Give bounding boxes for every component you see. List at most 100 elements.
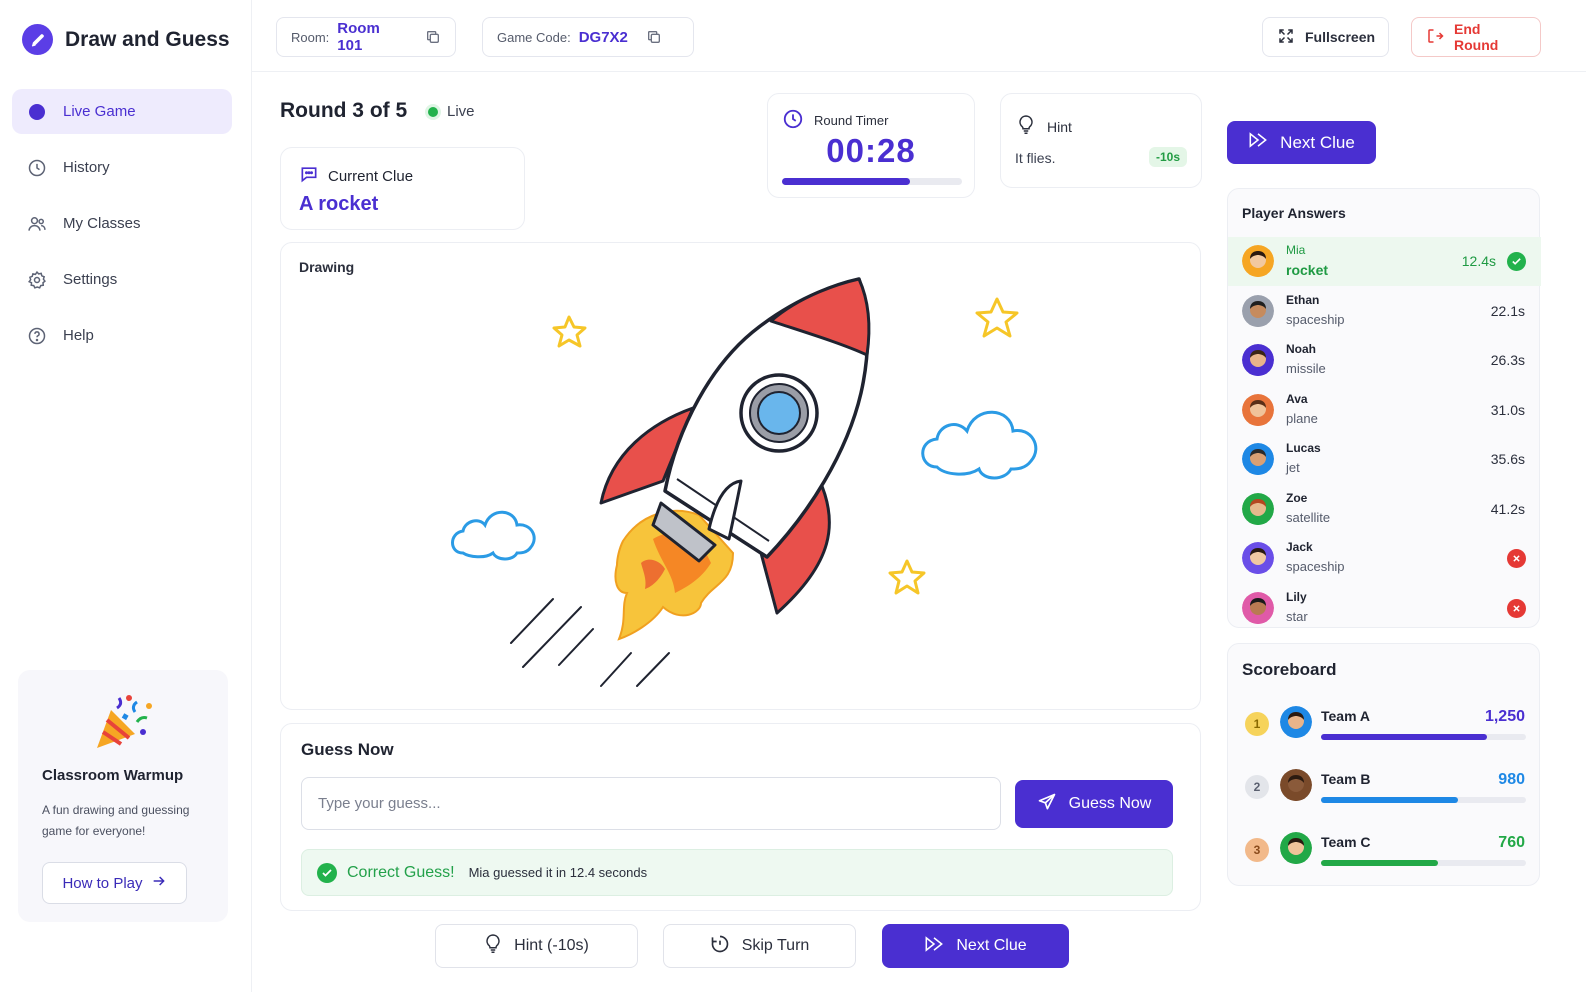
party-popper-icon (91, 692, 155, 752)
next-clue-button[interactable]: Next Clue (882, 924, 1069, 968)
end-round-button[interactable]: End Round (1411, 17, 1541, 57)
drawing-card: Drawing (280, 242, 1201, 710)
exit-icon (1426, 27, 1444, 48)
rank-medal-icon: 1 (1245, 712, 1269, 736)
lightbulb-icon (1017, 114, 1035, 139)
answer-row: Ethan spaceship 22.1s (1228, 287, 1541, 336)
player-name: Lucas (1286, 441, 1321, 455)
answer-time: 31.0s (1490, 401, 1525, 418)
player-answers-title: Player Answers (1242, 205, 1346, 221)
hint-label: Hint (1047, 118, 1072, 135)
player-guess: plane (1286, 410, 1318, 426)
fullscreen-button[interactable]: Fullscreen (1262, 17, 1389, 57)
team-name: Team C (1321, 834, 1371, 850)
check-circle-icon (317, 862, 337, 883)
rocket-window (739, 373, 819, 453)
scoreboard-title: Scoreboard (1242, 660, 1337, 679)
timer-progress-fill (782, 178, 910, 185)
team-rank: 2 (1253, 780, 1261, 794)
game-code-value: DG7X2 (578, 28, 628, 46)
current-clue-card: Current Clue A rocket (280, 147, 525, 230)
live-dot-icon (428, 106, 438, 117)
answer-row: Zoe satellite 41.2s (1228, 485, 1541, 534)
answer-row: Lucas jet 35.6s (1228, 435, 1541, 484)
sidebar-nav: Live Game History My Classes Settings He… (12, 89, 232, 369)
live-label: Live (447, 103, 475, 120)
avatar (1280, 769, 1312, 801)
scoreboard-card: Scoreboard 1 Team A 1,250 2 Team B 980 3 Team C… (1227, 643, 1540, 886)
skip-turn-button[interactable]: Skip Turn (663, 924, 856, 968)
guess-now-button[interactable]: Guess Now (1015, 780, 1173, 828)
sidebar-item-settings[interactable]: Settings (12, 257, 232, 302)
player-guess: star (1286, 608, 1308, 624)
skip-timer-icon (710, 934, 730, 959)
how-to-play-label: How to Play (62, 874, 143, 892)
answer-time: 26.3s (1490, 352, 1525, 368)
game-code-chip: Game Code: DG7X2 (482, 17, 694, 57)
app-name: Draw and Guess (65, 27, 230, 51)
answer-time: 12.4s (1461, 253, 1496, 269)
skip-turn-label: Skip Turn (741, 937, 810, 954)
sidebar-item-label: Help (63, 327, 94, 344)
answer-row: Mia rocket 12.4s (1228, 237, 1541, 286)
team-name: Team B (1321, 771, 1371, 787)
sidebar-item-label: Settings (63, 271, 118, 288)
team-rank: 1 (1253, 717, 1261, 731)
team-row: 3 Team C 760 (1228, 830, 1541, 880)
sidebar-item-live-game[interactable]: Live Game (12, 89, 232, 134)
hint-button[interactable]: Hint (-10s) (435, 924, 638, 968)
sidebar-item-label: History (63, 159, 110, 176)
player-guess: spaceship (1286, 559, 1345, 574)
sidebar-item-help[interactable]: Help (12, 313, 232, 358)
team-row: 1 Team A 1,250 (1228, 704, 1541, 754)
guess-input[interactable] (301, 777, 1001, 830)
guess-now-label: Guess Now (1068, 795, 1152, 812)
avatar (1242, 542, 1274, 574)
answer-time: 22.1s (1490, 302, 1525, 319)
gear-icon (27, 270, 47, 290)
live-status: Live (428, 103, 475, 120)
brand[interactable]: Draw and Guess (22, 24, 230, 55)
clock-icon (782, 108, 804, 133)
player-guess: rocket (1286, 262, 1329, 278)
fast-forward-icon (1248, 131, 1268, 154)
avatar (1280, 832, 1312, 864)
player-name: Ethan (1286, 292, 1320, 307)
guess-title: Guess Now (301, 740, 394, 759)
timer-progress-bar (782, 178, 962, 185)
avatar (1242, 245, 1274, 277)
hint-text: It flies. (1015, 150, 1056, 166)
avatar (1242, 443, 1274, 475)
player-name: Jack (1286, 540, 1313, 554)
how-to-play-button[interactable]: How to Play (42, 862, 187, 904)
team-progress-bar (1321, 734, 1526, 740)
promo-card: Classroom Warmup A fun drawing and guess… (18, 670, 228, 922)
correct-guess-title: Correct Guess! (347, 863, 455, 881)
promo-title: Classroom Warmup (42, 767, 184, 784)
answer-row: Jack spaceship (1228, 534, 1541, 583)
rank-medal-icon: 3 (1245, 838, 1269, 862)
player-guess: missile (1286, 361, 1326, 376)
fast-forward-icon (924, 935, 944, 958)
player-guess: satellite (1286, 509, 1331, 525)
team-rank: 3 (1253, 843, 1261, 857)
copy-icon[interactable] (646, 29, 662, 45)
next-clue-label: Next Clue (956, 937, 1027, 954)
player-name: Lily (1286, 589, 1307, 604)
copy-icon[interactable] (425, 29, 441, 45)
player-answers-card: Player Answers Mia rocket 12.4s Ethan spaces… (1227, 188, 1541, 628)
player-guess: spaceship (1286, 311, 1345, 327)
next-clue-button-top[interactable]: Next Clue (1227, 121, 1376, 164)
sidebar-item-history[interactable]: History (12, 145, 232, 190)
team-progress-fill (1321, 860, 1438, 866)
end-round-label: End Round (1454, 21, 1499, 53)
avatar (1242, 492, 1274, 525)
team-score: 760 (1498, 834, 1525, 851)
correct-guess-banner: Correct Guess! Mia guessed it in 12.4 se… (301, 849, 1173, 896)
hint-card: Hint It flies. -10s (1000, 93, 1202, 188)
live-icon (27, 102, 47, 122)
rocket-drawing[interactable] (281, 243, 1200, 709)
users-icon (27, 214, 47, 234)
correct-guess-description: Mia guessed it in 12.4 seconds (468, 865, 648, 880)
sidebar-item-my-classes[interactable]: My Classes (12, 201, 232, 246)
